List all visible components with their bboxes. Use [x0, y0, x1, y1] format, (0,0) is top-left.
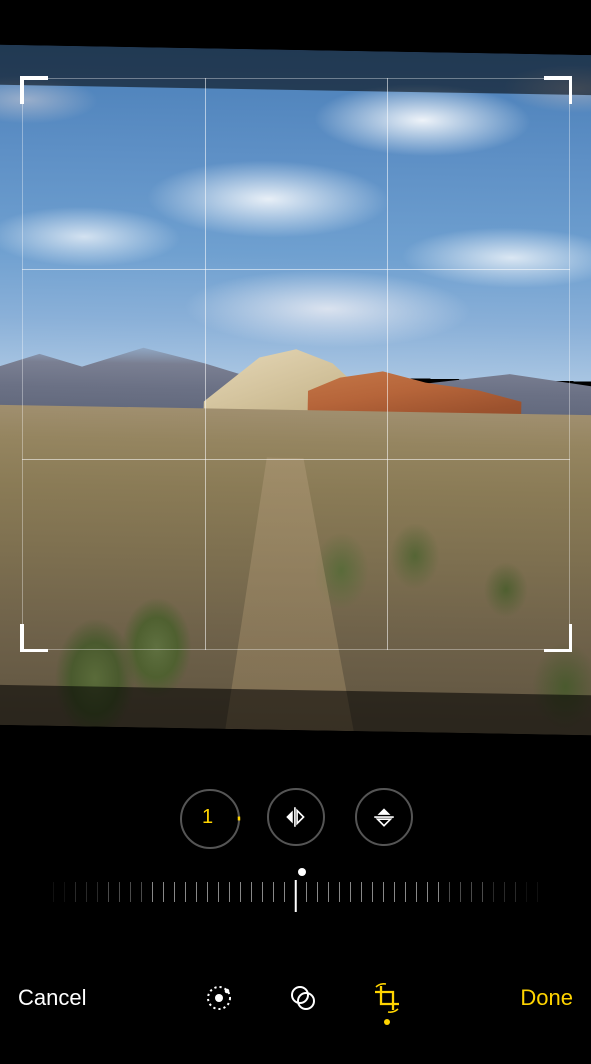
flip-horizontal-button[interactable]	[267, 788, 325, 846]
dial-center-indicator	[294, 880, 297, 912]
dial-value-marker	[298, 868, 306, 876]
cancel-button[interactable]: Cancel	[18, 985, 86, 1011]
crop-handle-top-right[interactable]	[544, 76, 572, 104]
crop-rotate-icon	[372, 983, 402, 1013]
crop-handle-bottom-right[interactable]	[544, 624, 572, 652]
straighten-button[interactable]: 1	[179, 788, 237, 846]
active-tab-indicator	[384, 1019, 390, 1025]
crop-handle-bottom-left[interactable]	[20, 624, 48, 652]
done-button[interactable]: Done	[520, 985, 573, 1011]
adjust-icon	[204, 983, 234, 1013]
flip-horizontal-icon	[283, 804, 309, 830]
flip-vertical-icon	[371, 804, 397, 830]
crop-tab[interactable]	[370, 981, 404, 1015]
photo-canvas[interactable]	[0, 0, 591, 820]
filters-icon	[288, 983, 318, 1013]
filters-tab[interactable]	[286, 981, 320, 1015]
photo-preview	[0, 45, 591, 736]
flip-vertical-button[interactable]	[355, 788, 413, 846]
bottom-toolbar: Cancel Done	[0, 954, 591, 1064]
adjust-tab[interactable]	[202, 981, 236, 1015]
crop-handle-top-left[interactable]	[20, 76, 48, 104]
straighten-tool-row: 1	[0, 785, 591, 849]
angle-dial[interactable]	[0, 868, 591, 928]
